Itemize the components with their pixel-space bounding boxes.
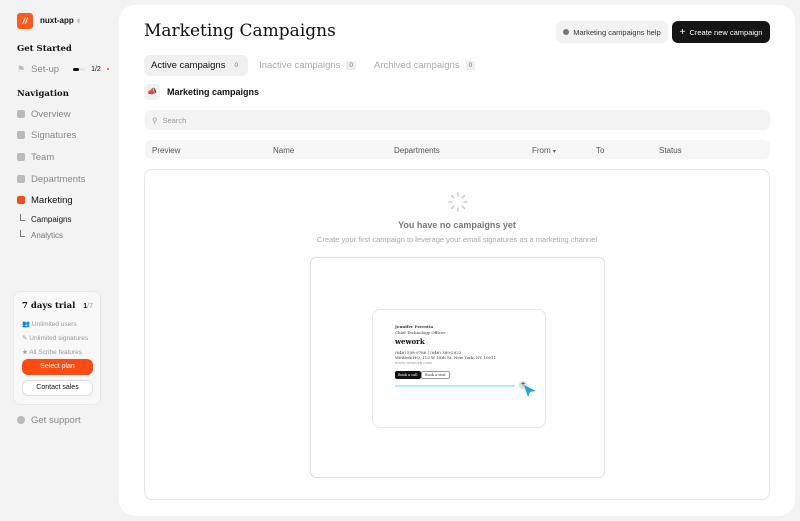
- banner-placeholder-line: [395, 385, 515, 387]
- sig-role: Chief Technology Officer: [395, 330, 446, 335]
- search-input[interactable]: ⚲ Search: [145, 110, 770, 130]
- notification-dot: [106, 68, 109, 70]
- nav-label: Departments: [31, 173, 86, 185]
- support-label: Get support: [31, 414, 81, 426]
- section-title: Marketing campaigns: [167, 87, 260, 97]
- setup-progress-bar: [73, 67, 86, 71]
- star-icon-feature: ★ All Scribe features: [22, 349, 83, 356]
- col-name: Name: [273, 146, 295, 155]
- tab-archived[interactable]: Archived campaigns 0: [367, 55, 482, 76]
- section-header: 📣 Marketing campaigns: [144, 84, 259, 100]
- trial-title: 7 days trial: [22, 301, 76, 311]
- departments-icon: [17, 175, 25, 183]
- sidebar-item-overview[interactable]: Overview: [17, 107, 71, 121]
- sidebar-item-team[interactable]: Team: [17, 150, 54, 164]
- signature-card: Jennifer Perrotta Chief Technology Offic…: [372, 309, 546, 428]
- users-icon: [17, 153, 25, 161]
- empty-title: You have no campaigns yet: [398, 220, 516, 230]
- caret-down-icon: ▾: [552, 149, 556, 155]
- nav-label: Overview: [31, 108, 71, 120]
- plus-icon: +: [679, 26, 686, 38]
- page-title: Marketing Campaigns: [144, 21, 336, 41]
- loading-spinner-icon: [448, 192, 468, 212]
- navigation-heading: Navigation: [17, 89, 69, 99]
- pencil-icon-feature: ✎ Unlimited signatures: [22, 335, 89, 342]
- help-button[interactable]: Marketing campaigns help: [556, 21, 668, 43]
- create-campaign-button[interactable]: + Create new campaign: [672, 21, 770, 43]
- get-started-heading: Get Started: [17, 44, 72, 54]
- subnav-label: Campaigns: [31, 215, 72, 224]
- tab-active[interactable]: Active campaigns 0: [144, 55, 249, 76]
- preview-frame: Jennifer Perrotta Chief Technology Offic…: [310, 257, 605, 478]
- empty-state: You have no campaigns yet Create your fi…: [144, 169, 770, 500]
- sig-website: www.wework.com: [395, 360, 432, 365]
- setup-label: Set-up: [31, 63, 60, 75]
- sidebar-item-signatures[interactable]: Signatures: [17, 128, 76, 142]
- sidebar-subitem-campaigns[interactable]: Campaigns: [20, 214, 72, 224]
- col-departments: Departments: [394, 146, 440, 155]
- tab-inactive[interactable]: Inactive campaigns 0: [252, 55, 363, 76]
- campaign-tabs: Active campaigns 0 Inactive campaigns 0 Ar…: [144, 55, 482, 76]
- nav-label: Marketing: [31, 194, 73, 206]
- users-icon-feature: 👥 Unlimited users: [22, 321, 77, 328]
- col-status: Status: [659, 146, 682, 155]
- get-support-link[interactable]: Get support: [17, 413, 81, 427]
- sidebar-item-departments[interactable]: Departments: [17, 172, 85, 186]
- contact-sales-button[interactable]: Contact sales: [22, 380, 93, 396]
- pencil-icon: [17, 131, 25, 139]
- col-to: To: [596, 146, 605, 155]
- col-preview: Preview: [152, 146, 181, 155]
- sidebar-subitem-analytics[interactable]: Analytics: [20, 230, 64, 240]
- sig-name: Jennifer Perrotta: [395, 324, 434, 329]
- search-icon: ⚲: [152, 115, 158, 125]
- nav-label: Team: [31, 151, 55, 163]
- cursor-icon: [524, 385, 536, 397]
- flag-icon: ⚑: [17, 63, 26, 74]
- empty-subtitle: Create your first campaign to leverage y…: [316, 235, 598, 244]
- help-icon: [563, 29, 570, 35]
- sidebar: // nuxt-app ⬍ Get Started ⚑ Set-up 1/2 N…: [0, 0, 118, 521]
- subnav-label: Analytics: [31, 231, 64, 240]
- trial-features: 👥 Unlimited users ✎ Unlimited signatures…: [22, 318, 88, 360]
- col-from-sort[interactable]: From ▾: [532, 146, 556, 155]
- sig-book-call-button: Book a call: [395, 371, 421, 379]
- select-plan-button[interactable]: Select plan: [22, 359, 93, 375]
- sidebar-item-setup[interactable]: ⚑ Set-up 1/2: [17, 62, 109, 76]
- app-switcher[interactable]: nuxt-app ⬍: [40, 16, 81, 25]
- setup-progress-text: 1/2: [91, 65, 101, 73]
- marketing-icon: [17, 196, 25, 204]
- megaphone-icon: 📣: [144, 84, 160, 100]
- sig-company-logo: wework: [395, 337, 425, 346]
- nav-label: Signatures: [31, 129, 77, 141]
- app-logo: //: [17, 13, 33, 29]
- trial-card: 7 days trial 1/7 👥 Unlimited users ✎ Unl…: [13, 291, 101, 405]
- chevron-icon: ⬍: [76, 19, 82, 25]
- app-name: nuxt-app: [40, 16, 74, 25]
- trial-day-counter: 1/7: [83, 303, 93, 310]
- help-circle-icon: [17, 416, 25, 424]
- sig-book-visit-button: Book a visit: [421, 371, 450, 379]
- sidebar-item-marketing[interactable]: Marketing: [17, 193, 73, 207]
- home-icon: [17, 110, 25, 118]
